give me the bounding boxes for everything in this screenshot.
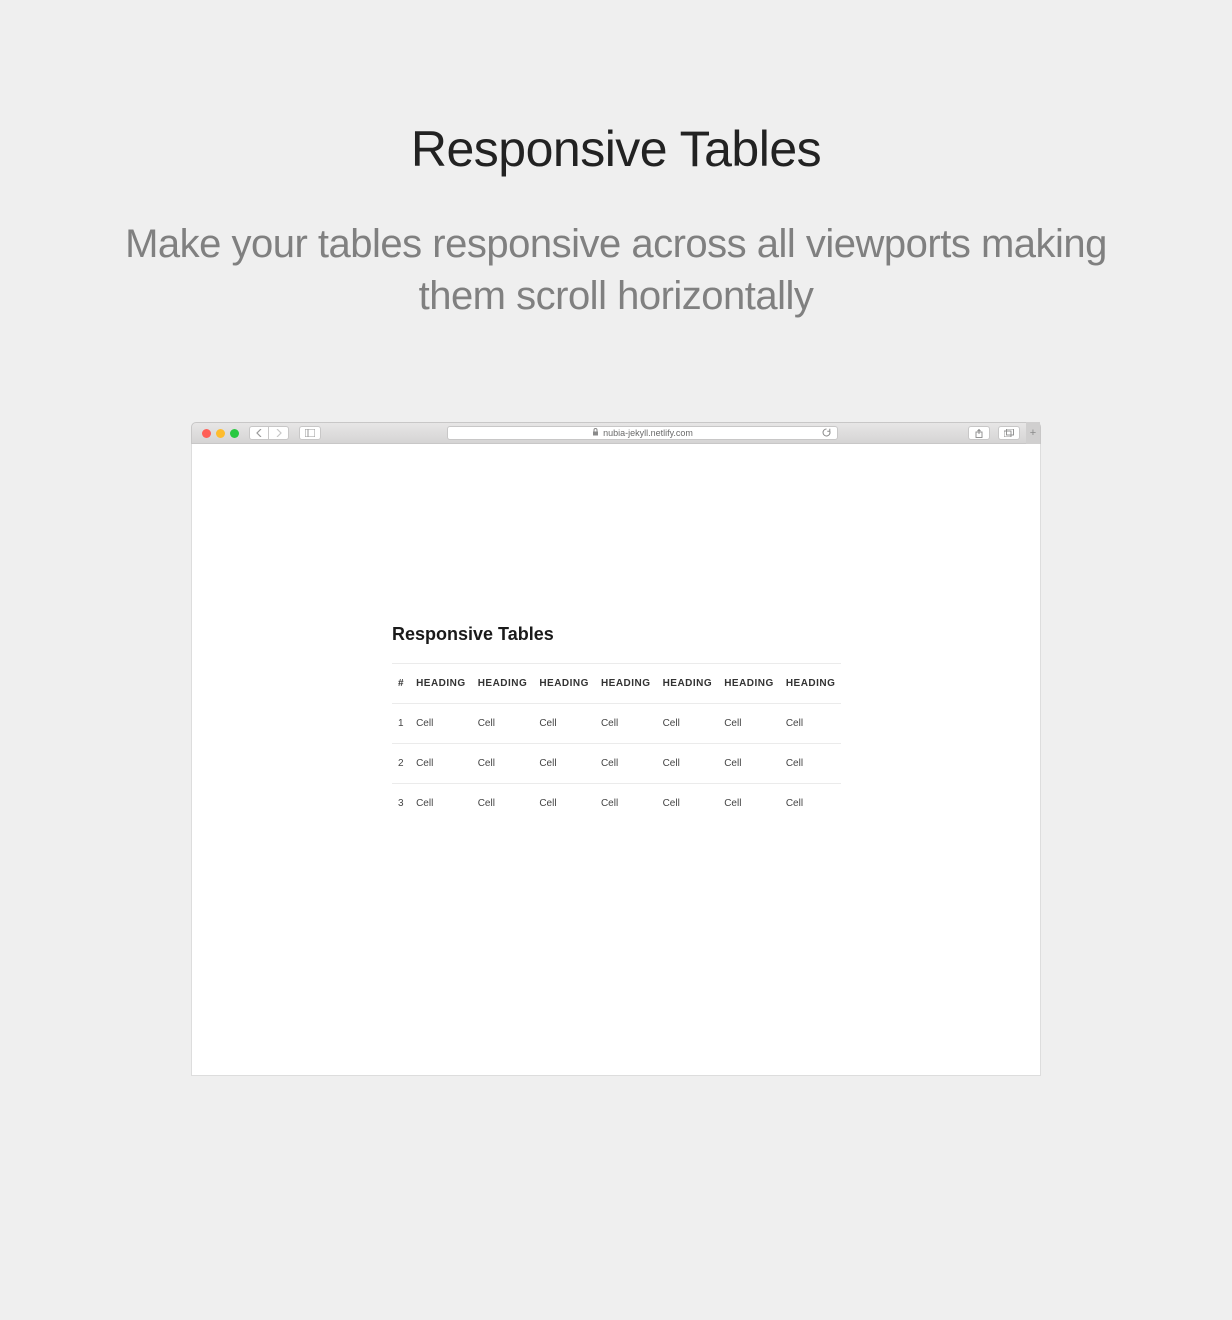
table-cell: Cell [410,784,472,824]
table-cell: Cell [718,704,780,744]
table-cell: Cell [533,704,595,744]
toolbar-right [964,426,1020,440]
table-cell: Cell [533,744,595,784]
table-cell: Cell [472,744,534,784]
table-cell: Cell [472,784,534,824]
hero-section: Responsive Tables Make your tables respo… [0,120,1232,382]
table-cell: 2 [392,744,410,784]
table-header: HEADING [657,664,719,704]
responsive-table: # HEADING HEADING HEADING HEADING HEADIN… [392,663,841,823]
table-cell: Cell [595,704,657,744]
table-cell: Cell [657,704,719,744]
minimize-window-button[interactable] [216,429,225,438]
table-row: 1 Cell Cell Cell Cell Cell Cell Cell [392,704,841,744]
back-button[interactable] [249,426,269,440]
table-header-row: # HEADING HEADING HEADING HEADING HEADIN… [392,664,841,704]
table-cell: Cell [780,784,842,824]
table-cell: 3 [392,784,410,824]
table-row: 2 Cell Cell Cell Cell Cell Cell Cell [392,744,841,784]
table-header: # [392,664,410,704]
nav-buttons [249,426,289,440]
reload-icon[interactable] [822,428,831,439]
sidebar-toggle-button[interactable] [299,426,321,440]
page-content: Responsive Tables # HEADING HEADING HEAD… [392,624,832,823]
browser-viewport: Responsive Tables # HEADING HEADING HEAD… [191,444,1041,1076]
lock-icon [592,428,599,438]
table-header: HEADING [533,664,595,704]
address-bar[interactable]: nubia-jekyll.netlify.com [447,426,838,440]
table-cell: Cell [780,704,842,744]
table-cell: Cell [657,744,719,784]
tabs-button[interactable] [998,426,1020,440]
table-header: HEADING [410,664,472,704]
maximize-window-button[interactable] [230,429,239,438]
table-header: HEADING [472,664,534,704]
url-text: nubia-jekyll.netlify.com [603,428,693,438]
table-header: HEADING [595,664,657,704]
hero-subtitle: Make your tables responsive across all v… [100,218,1132,322]
forward-button[interactable] [269,426,289,440]
table-cell: Cell [472,704,534,744]
table-cell: Cell [718,784,780,824]
traffic-lights [202,429,239,438]
content-heading: Responsive Tables [392,624,832,645]
table-header: HEADING [718,664,780,704]
new-tab-button[interactable]: + [1026,422,1040,444]
share-button[interactable] [968,426,990,440]
table-cell: Cell [657,784,719,824]
table-cell: Cell [718,744,780,784]
close-window-button[interactable] [202,429,211,438]
table-cell: Cell [410,704,472,744]
hero-title: Responsive Tables [100,120,1132,178]
table-cell: Cell [533,784,595,824]
browser-window: nubia-jekyll.netlify.com + Responsive Ta… [191,422,1041,1076]
table-cell: Cell [780,744,842,784]
table-header: HEADING [780,664,842,704]
table-cell: 1 [392,704,410,744]
table-cell: Cell [410,744,472,784]
table-cell: Cell [595,784,657,824]
browser-toolbar: nubia-jekyll.netlify.com + [191,422,1041,444]
table-cell: Cell [595,744,657,784]
table-row: 3 Cell Cell Cell Cell Cell Cell Cell [392,784,841,824]
